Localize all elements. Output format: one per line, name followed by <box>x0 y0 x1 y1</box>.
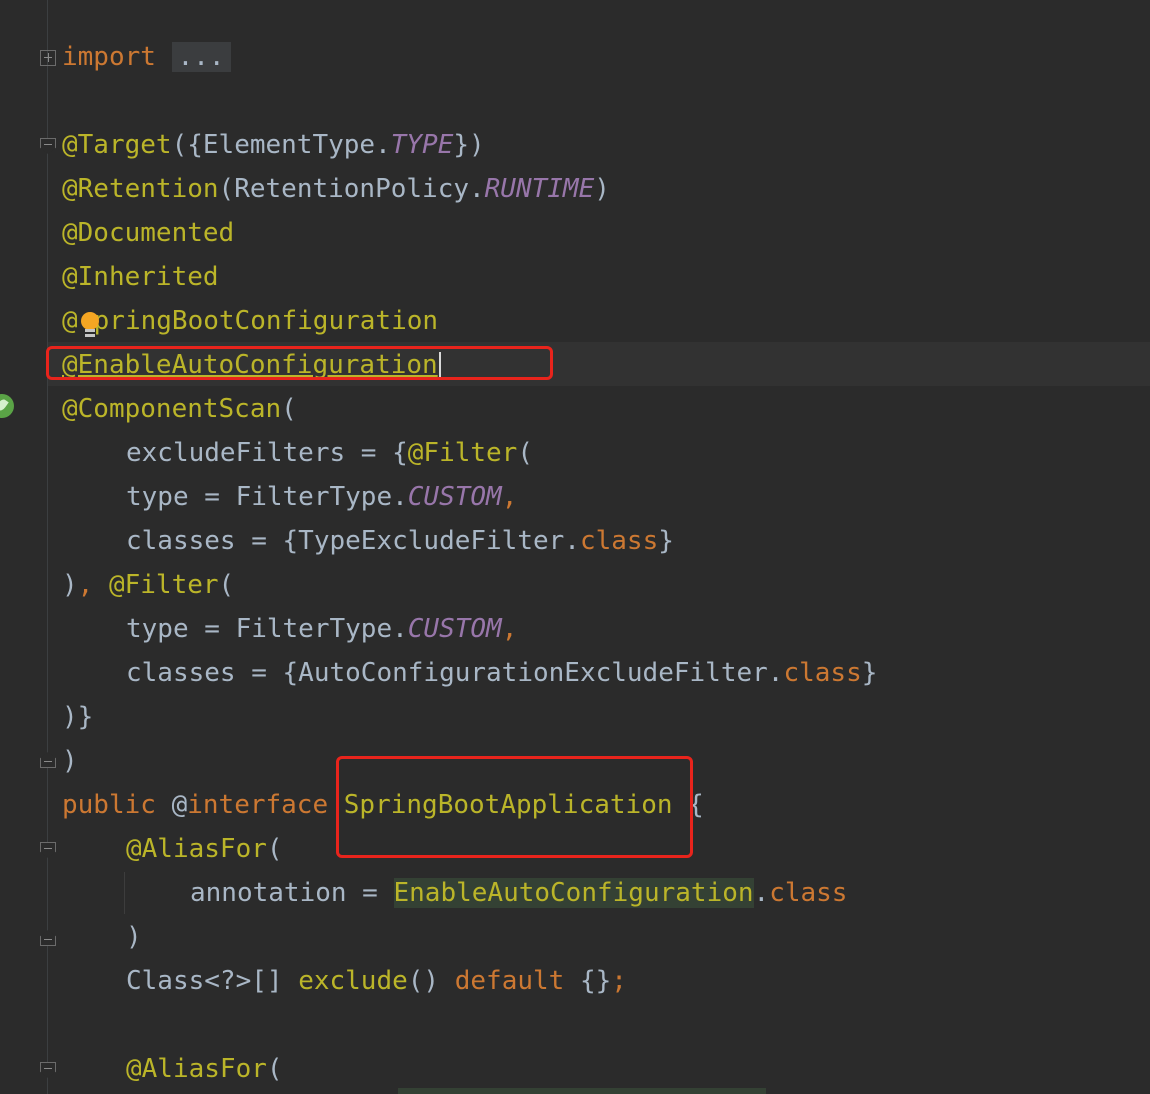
code-text: (RetentionPolicy. <box>218 174 485 204</box>
code-line-documented[interactable]: @Documented <box>62 211 234 255</box>
code-text: Class<?>[] <box>126 966 299 996</box>
default-keyword: default <box>454 966 565 996</box>
code-line-exclude-method[interactable]: Class<?>[] exclude() default {}; <box>126 959 627 1003</box>
fold-end-icon[interactable] <box>40 752 56 768</box>
code-line-import[interactable]: import ... <box>62 35 231 79</box>
lightbulb-icon[interactable] <box>80 312 100 340</box>
code-text: . <box>753 878 770 908</box>
code-text: ) <box>594 174 610 204</box>
code-text: {} <box>564 966 612 996</box>
code-line-target[interactable]: @Target({ElementType.TYPE}) <box>62 123 485 167</box>
code-text: ( <box>266 834 283 864</box>
code-text: ( <box>281 394 297 424</box>
annotation: @AliasFor <box>126 834 267 864</box>
code-text: ( <box>266 1054 283 1084</box>
import-keyword: import <box>62 42 156 72</box>
code-line-close[interactable]: ) <box>126 915 142 959</box>
indent-guide <box>124 872 125 914</box>
code-editor[interactable]: import ... @Target({ElementType.TYPE}) @… <box>0 0 1150 1094</box>
code-text: ( <box>517 438 533 468</box>
code-text: ( <box>218 570 235 600</box>
folded-imports[interactable]: ... <box>171 42 231 72</box>
collapse-fold-icon[interactable] <box>40 842 56 858</box>
annotation: @Filter <box>108 570 219 600</box>
code-line-inherited[interactable]: @Inherited <box>62 255 219 299</box>
code-line-springbootconfiguration[interactable]: @ pringBootConfiguration <box>62 299 438 343</box>
code-text: type = FilterType. <box>126 614 408 644</box>
code-line-classes[interactable]: classes = {TypeExcludeFilter.class} <box>126 519 674 563</box>
annotation: pringBootConfiguration <box>93 306 439 336</box>
highlight-box-enableautoconfiguration <box>46 346 553 380</box>
comma: , <box>77 570 94 600</box>
interface-keyword: interface <box>187 790 329 820</box>
constant: CUSTOM <box>407 614 502 644</box>
code-text: ({ElementType. <box>171 130 391 160</box>
annotation: @Filter <box>407 438 518 468</box>
code-text: @ <box>171 790 188 820</box>
code-text: classes = {TypeExcludeFilter. <box>126 526 580 556</box>
code-line-aliasfor[interactable]: @AliasFor( <box>126 1047 283 1091</box>
code-text: ) <box>126 922 142 952</box>
annotation-at: @ <box>62 306 78 336</box>
code-text: () <box>407 966 455 996</box>
gutter-separator <box>47 0 48 1094</box>
class-keyword: class <box>783 658 862 688</box>
code-text: ) <box>62 746 78 776</box>
class-keyword: class <box>579 526 659 556</box>
code-line-type[interactable]: type = FilterType.CUSTOM, <box>126 475 517 519</box>
class-keyword: class <box>769 878 848 908</box>
code-text: } <box>861 658 878 688</box>
code-line-aliasfor[interactable]: @AliasFor( <box>126 827 283 871</box>
comma: , <box>501 614 518 644</box>
code-text: )} <box>62 702 94 732</box>
constant: CUSTOM <box>407 482 502 512</box>
code-text: excludeFilters = { <box>126 438 408 468</box>
annotation: @AliasFor <box>126 1054 267 1084</box>
spring-bean-icon[interactable] <box>0 394 14 418</box>
code-line-type[interactable]: type = FilterType.CUSTOM, <box>126 607 517 651</box>
code-text: }) <box>453 130 485 160</box>
code-text: } <box>658 526 674 556</box>
constant: TYPE <box>390 130 454 160</box>
highlighted-reference-partial <box>398 1088 766 1094</box>
code-line-filter[interactable]: ), @Filter( <box>62 563 234 607</box>
method-name: exclude <box>298 966 408 996</box>
collapse-fold-icon[interactable] <box>40 1062 56 1078</box>
highlighted-reference: EnableAutoConfiguration <box>393 878 754 908</box>
public-keyword: public <box>62 790 156 820</box>
code-text: type = FilterType. <box>126 482 408 512</box>
annotation: @Retention <box>62 174 219 204</box>
code-text: ) <box>62 570 78 600</box>
annotation: @Inherited <box>62 262 219 292</box>
expand-fold-icon[interactable] <box>40 50 56 66</box>
annotation: @Target <box>62 130 172 160</box>
semicolon: ; <box>611 966 627 996</box>
comma: , <box>501 482 518 512</box>
annotation: @ComponentScan <box>62 394 282 424</box>
code-line-classes[interactable]: classes = {AutoConfigurationExcludeFilte… <box>126 651 877 695</box>
collapse-fold-icon[interactable] <box>40 138 56 154</box>
code-text: classes = {AutoConfigurationExcludeFilte… <box>126 658 784 688</box>
code-line-retention[interactable]: @Retention(RetentionPolicy.RUNTIME) <box>62 167 610 211</box>
code-line-componentscan[interactable]: @ComponentScan( <box>62 387 297 431</box>
annotation: @Documented <box>62 218 235 248</box>
code-line-close[interactable]: )} <box>62 695 93 739</box>
code-line-annotation-attr[interactable]: annotation = EnableAutoConfiguration.cla… <box>190 871 847 915</box>
code-line-close[interactable]: ) <box>62 739 78 783</box>
code-line-excludefilters[interactable]: excludeFilters = {@Filter( <box>126 431 533 475</box>
highlight-box-springbootapplication <box>336 756 693 858</box>
fold-end-icon[interactable] <box>40 930 56 946</box>
code-text: annotation = <box>190 878 394 908</box>
constant: RUNTIME <box>484 174 595 204</box>
